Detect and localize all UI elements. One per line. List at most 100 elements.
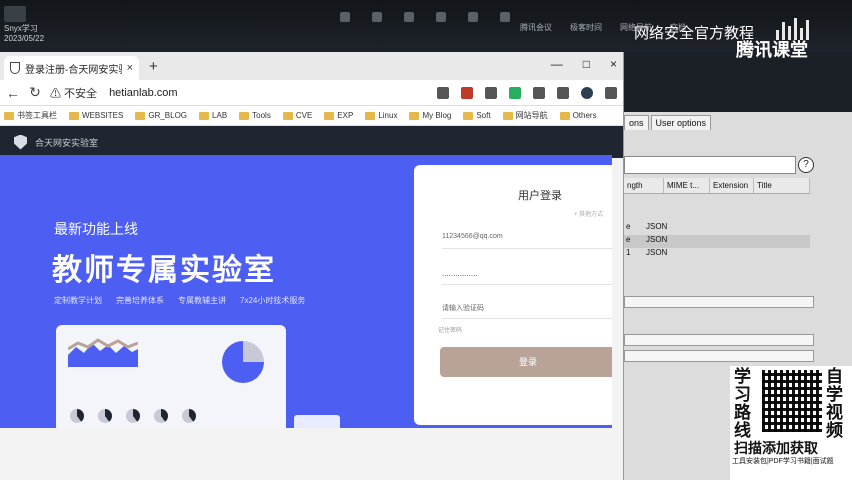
bookmark-item[interactable]: Others — [559, 111, 597, 120]
desktop-shortcut[interactable]: Snyx学习 2023/05/22 — [4, 6, 48, 44]
tray-icon[interactable] — [372, 12, 382, 22]
folder-icon — [409, 111, 420, 120]
desktop-label[interactable]: 极客时间 — [570, 22, 602, 33]
bookmark-item[interactable]: CVE — [282, 111, 313, 120]
tab-user-options[interactable]: User options — [650, 115, 712, 130]
hero-features: 定制教学计划 完善培养体系 专属教辅主讲 7x24小时技术服务 — [54, 295, 305, 306]
folder-icon — [239, 111, 250, 120]
bookmark-label: 网站导航 — [515, 111, 548, 120]
history-table-body: e JSON e JSON 1 JSON — [624, 222, 810, 261]
column-header[interactable]: Title — [754, 178, 810, 193]
tray-icon[interactable] — [404, 12, 414, 22]
desktop-shortcut-sublabel: 2023/05/22 — [4, 34, 45, 43]
tab-close-icon[interactable]: × — [127, 62, 133, 74]
bookmark-label: 书签工具栏 — [17, 111, 57, 120]
tray-icon[interactable] — [500, 12, 510, 22]
tab-bar: 登录注册-合天网安实验室 × + — □ × — [0, 52, 623, 80]
promo-cta: 扫描添加获取 — [734, 440, 818, 456]
filter-input[interactable] — [624, 156, 796, 174]
folder-icon — [324, 111, 335, 120]
folder-icon — [135, 111, 146, 120]
email-field[interactable]: 11234566@qq.com — [442, 225, 612, 249]
desktop-label[interactable]: 腾讯会议 — [520, 22, 552, 33]
row-cell: e — [626, 222, 631, 231]
equalizer-icon — [776, 14, 809, 40]
mime-cell: JSON — [646, 222, 668, 231]
login-button[interactable]: 登录 — [440, 347, 612, 377]
bookmark-label: CVE — [295, 111, 313, 120]
bookmark-item[interactable]: My Blog — [409, 111, 451, 120]
help-icon[interactable]: ? — [798, 157, 814, 173]
bookmark-label: Soft — [476, 111, 491, 120]
reload-button[interactable]: ↻ — [28, 84, 42, 101]
url-field[interactable]: hetianlab.com — [109, 87, 178, 99]
bookmarks-bar: 书签工具栏 WEBSITES GR_BLOG LAB Tools CVE EXP… — [0, 106, 623, 126]
extension-icons — [437, 86, 617, 99]
minimize-button[interactable]: — — [551, 57, 563, 71]
password-field[interactable]: ................ — [442, 261, 612, 285]
maximize-button[interactable]: □ — [583, 57, 590, 71]
proxy-tabs: ons User options — [624, 112, 852, 130]
desktop-top-strip: Snyx学习 2023/05/22 腾讯会议 极客时间 网络导航 文档 网络安全… — [0, 0, 852, 60]
table-row[interactable]: e JSON — [624, 222, 810, 235]
bookmark-item[interactable]: 网站导航 — [502, 110, 548, 121]
new-tab-button[interactable]: + — [149, 58, 158, 75]
bookmark-item[interactable]: WEBSITES — [69, 111, 123, 120]
row-cell: e — [626, 235, 631, 244]
scrollbar[interactable] — [624, 296, 814, 308]
bookmark-item[interactable]: Tools — [239, 111, 271, 120]
bookmark-label: WEBSITES — [82, 111, 124, 120]
menu-icon[interactable] — [605, 86, 617, 99]
back-button[interactable]: ← — [6, 85, 20, 101]
column-header[interactable]: Extension — [710, 178, 754, 193]
site-header: 合天网安实验室 — [0, 126, 623, 158]
document-illustration — [294, 415, 340, 428]
column-header[interactable]: MIME t... — [664, 178, 710, 193]
login-card: 用户登录 + 其他方式 11234566@qq.com ............… — [414, 165, 612, 425]
tray-icon[interactable] — [436, 12, 446, 22]
donut-row-illustration — [70, 409, 196, 423]
bookmark-item[interactable]: Soft — [463, 111, 491, 120]
close-window-button[interactable]: × — [610, 57, 617, 71]
shield-icon — [10, 62, 20, 74]
hackbar-icon[interactable] — [533, 86, 545, 99]
response-panel-header[interactable] — [624, 350, 814, 362]
extension-green-icon[interactable] — [509, 86, 521, 99]
bookmark-label: Tools — [252, 111, 271, 120]
tab-title: 登录注册-合天网安实验室 — [25, 64, 122, 76]
bookmark-item[interactable]: LAB — [199, 111, 227, 120]
extension-red-icon[interactable] — [461, 86, 473, 99]
remember-checkbox[interactable]: 记住密码 — [438, 325, 462, 334]
promo-left-text: 学习路线 — [734, 367, 751, 440]
bookmark-item[interactable]: EXP — [324, 111, 353, 120]
tab-options[interactable]: ons — [624, 115, 649, 130]
folder-icon — [502, 111, 513, 120]
column-header[interactable]: ngth — [624, 178, 664, 193]
donut-icon — [70, 409, 84, 423]
tab-login[interactable]: 登录注册-合天网安实验室 × — [4, 56, 139, 80]
extension-icon[interactable] — [557, 86, 569, 99]
tray-icon[interactable] — [340, 12, 350, 22]
login-other-methods[interactable]: + 其他方式 — [574, 209, 603, 218]
request-panel-header[interactable] — [624, 334, 814, 346]
extension-icon[interactable] — [485, 86, 497, 99]
site-logo-icon[interactable] — [14, 134, 27, 150]
table-row[interactable]: 1 JSON — [624, 248, 810, 261]
bookmark-item[interactable]: Linux — [365, 111, 397, 120]
bookmark-item[interactable]: 书签工具栏 — [4, 110, 57, 121]
hero-feature: 完善培养体系 — [116, 296, 164, 305]
site-name[interactable]: 合天网安实验室 — [35, 136, 98, 149]
table-row-selected[interactable]: e JSON — [624, 235, 810, 248]
fox-icon[interactable] — [581, 86, 593, 99]
donut-icon — [154, 409, 168, 423]
security-warning[interactable]: ⚠ 不安全 — [50, 85, 97, 101]
bookmark-label: EXP — [337, 111, 354, 120]
tray-icon[interactable] — [468, 12, 478, 22]
captcha-field[interactable]: 请输入验证码 — [442, 295, 612, 319]
bookmark-label: My Blog — [422, 111, 452, 120]
puzzle-icon[interactable] — [437, 86, 449, 99]
donut-icon — [182, 409, 196, 423]
bookmark-item[interactable]: GR_BLOG — [135, 111, 187, 120]
login-title: 用户登录 — [518, 190, 562, 202]
folder-icon — [4, 111, 14, 120]
